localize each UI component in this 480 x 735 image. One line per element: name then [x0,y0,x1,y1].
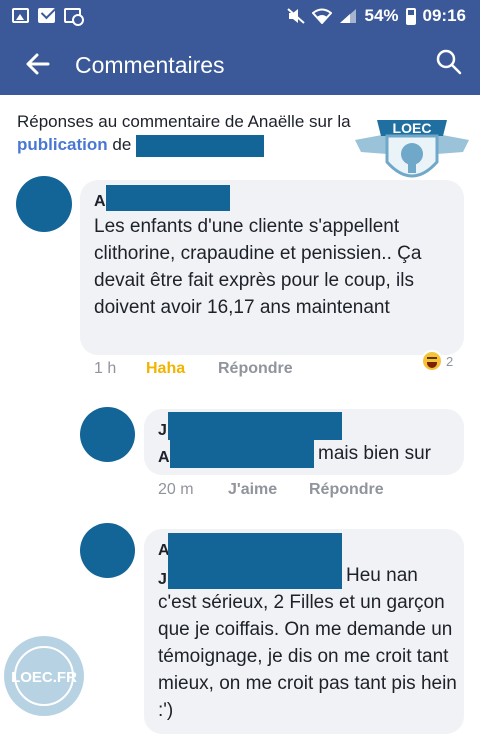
avatar[interactable] [80,407,135,462]
reply-text: mais bien sur [318,443,431,464]
comment-time: 1 h [94,360,117,377]
reaction-count: 2 [446,353,454,369]
calendar-notification-icon [64,8,84,26]
like-button[interactable]: J'aime [228,481,309,499]
badge-text: LOEC [393,120,432,136]
comment-bubble: A Les enfants d'une cliente s'appellent … [80,180,464,355]
reply-author-initial[interactable]: J [158,417,167,444]
mail-notification-icon [38,8,55,23]
redacted-name [136,134,265,157]
reply-actions: 20 m J'aime Répondre [158,481,384,499]
signal-icon [340,9,357,23]
search-icon [436,49,462,75]
comment-author-initial[interactable]: A [94,188,106,215]
reply-bubble: A J Heu nan c'est sérieux, 2 Filles et u… [144,529,464,734]
system-status: 54% 09:16 [287,6,466,26]
comment-actions: 1 h Haha Répondre [94,360,293,378]
seal-text: LOEC.FR [11,669,77,686]
back-button[interactable] [18,46,58,82]
loec-seal: LOEC.FR [4,636,84,716]
loec-logo: LOEC [355,120,469,178]
wifi-icon [312,8,333,24]
reply-time: 20 m [158,481,194,498]
redacted-mention [170,440,314,468]
haha-emoji-icon [421,350,443,372]
avatar[interactable] [16,176,72,232]
publication-link[interactable]: publication [17,135,108,154]
reply-context: Réponses au commentaire de Anaëlle sur l… [17,110,387,157]
mention-initial[interactable]: A [158,444,170,471]
redacted-author-name [106,185,230,211]
page-title: Commentaires [75,52,225,78]
comment-text: Les enfants d'une cliente s'appellent cl… [94,216,422,318]
context-prefix: Réponses au commentaire de Anaëlle sur l… [17,112,351,131]
reply-button[interactable]: Répondre [309,481,384,499]
redacted-author-name [168,533,342,561]
notification-icons [12,8,84,26]
status-bar: 54% 09:16 [0,0,480,32]
haha-button[interactable]: Haha [146,360,218,378]
context-suffix: de [112,135,132,154]
avatar[interactable] [80,523,135,578]
search-button[interactable] [434,47,464,77]
reply-bubble: J A mais bien sur [144,409,464,475]
redacted-author-name [168,412,342,440]
clock: 09:16 [422,6,466,25]
reaction-summary[interactable]: 2 [421,350,453,372]
reply-text: Heu nan c'est sérieux, 2 Filles et un ga… [158,565,457,721]
battery-percent: 54% [364,6,399,25]
app-bar: Commentaires [0,32,480,95]
mute-icon [287,8,306,24]
back-arrow-icon [26,53,50,75]
reply-button[interactable]: Répondre [218,360,293,378]
image-notification-icon [12,8,29,23]
battery-icon [405,7,416,25]
